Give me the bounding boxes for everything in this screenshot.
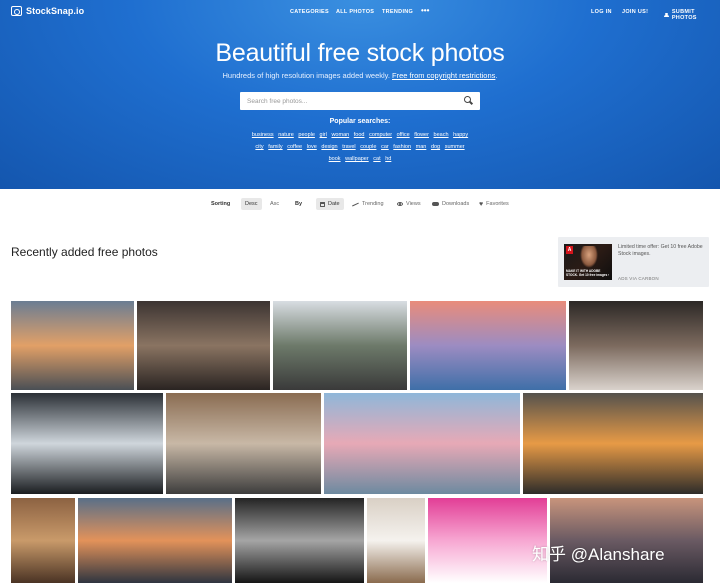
sort-views-label: Views (406, 201, 421, 207)
copyright-link[interactable]: Free from copyright restrictions (392, 71, 495, 80)
adobe-logo-icon: A (566, 246, 573, 254)
popular-tags-row-3: book wallpaper cat hd (0, 156, 720, 162)
sort-by-favorites-button[interactable]: ♥ Favorites (475, 198, 513, 210)
popular-tags-row-2: city family coffee love design travel couple ca… (0, 144, 720, 150)
search-icon[interactable] (464, 96, 473, 105)
tag-man[interactable]: man (416, 144, 427, 150)
nav-login[interactable]: LOG IN (591, 9, 612, 15)
eye-icon (397, 202, 403, 206)
tag-wallpaper[interactable]: wallpaper (345, 156, 369, 162)
tag-design[interactable]: design (321, 144, 337, 150)
nav-submit-photos[interactable]: SUBMIT PHOTOS (664, 9, 720, 21)
photo-records-man[interactable] (137, 301, 270, 390)
tag-dog[interactable]: dog (431, 144, 440, 150)
search-box (240, 92, 480, 110)
tag-cat[interactable]: cat (373, 156, 380, 162)
tag-travel[interactable]: travel (342, 144, 355, 150)
hero-subtitle-end: . (495, 71, 498, 80)
popular-tags-row-1: business nature people girl woman food compute… (0, 132, 720, 138)
nav-join[interactable]: JOIN US! (622, 9, 648, 15)
photo-staircase-interior[interactable] (166, 393, 321, 494)
tag-fashion[interactable]: fashion (393, 144, 411, 150)
sort-by-date-button[interactable]: Date (316, 198, 344, 210)
photo-pink-sea-sunset[interactable] (410, 301, 566, 390)
heart-icon: ♥ (479, 200, 484, 208)
nav-submit-label: SUBMIT PHOTOS (671, 9, 697, 21)
tag-people[interactable]: people (298, 132, 315, 138)
photo-pink-polygons[interactable] (428, 498, 547, 583)
photo-river-city-dusk[interactable] (78, 498, 232, 583)
nav-all-photos[interactable]: ALL PHOTOS (336, 9, 374, 15)
ad-portrait (580, 246, 598, 268)
user-icon (664, 12, 669, 18)
sort-by-views-button[interactable]: Views (393, 198, 425, 210)
logo[interactable]: StockSnap.io (11, 6, 84, 16)
tag-summer[interactable]: summer (445, 144, 465, 150)
tag-flower[interactable]: flower (414, 132, 429, 138)
hero-banner: StockSnap.io CATEGORIES ALL PHOTOS TREND… (0, 0, 720, 189)
ad-image[interactable]: A MAKE IT WITH ADOBE STOCK. Get 10 free … (564, 244, 612, 280)
photo-wine-glasses[interactable] (569, 301, 703, 390)
ad-via-link[interactable]: ADS VIA CARBON (618, 276, 659, 281)
tag-family[interactable]: family (268, 144, 282, 150)
ad-image-caption: MAKE IT WITH ADOBE STOCK. Get 10 free im… (566, 269, 610, 277)
tag-couple[interactable]: couple (360, 144, 376, 150)
photo-woman-hat-window[interactable] (235, 498, 364, 583)
tag-woman[interactable]: woman (331, 132, 349, 138)
search-input[interactable] (247, 92, 457, 110)
hero-subtitle: Hundreds of high resolution images added… (0, 71, 720, 80)
photo-orange-sky-clouds[interactable] (523, 393, 703, 494)
tag-beach[interactable]: beach (434, 132, 449, 138)
sort-asc-label: Asc (270, 201, 280, 207)
camera-logo-icon (11, 6, 22, 16)
tag-food[interactable]: food (354, 132, 365, 138)
sort-by-trending-button[interactable]: Trending (348, 198, 388, 210)
photo-bike-coffee[interactable] (367, 498, 425, 583)
trending-icon (352, 202, 359, 207)
tag-girl[interactable]: girl (320, 132, 327, 138)
ad-text[interactable]: Limited time offer: Get 10 free Adobe St… (618, 244, 704, 258)
more-menu-icon[interactable]: ••• (421, 7, 429, 15)
sort-by-downloads-button[interactable]: Downloads (428, 198, 473, 210)
photo-palm-photographer[interactable] (273, 301, 407, 390)
tag-book[interactable]: book (329, 156, 341, 162)
popular-searches-title: Popular searches: (329, 118, 391, 125)
sort-favorites-label: Favorites (486, 201, 509, 207)
sort-trending-label: Trending (362, 201, 384, 207)
top-navigation: StockSnap.io CATEGORIES ALL PHOTOS TREND… (0, 0, 720, 24)
section-title: Recently added free photos (11, 245, 158, 259)
watermark: 知乎 @Alanshare (532, 545, 665, 564)
carbon-ad[interactable]: A MAKE IT WITH ADOBE STOCK. Get 10 free … (558, 237, 709, 287)
by-label: By (295, 201, 303, 207)
tag-love[interactable]: love (307, 144, 317, 150)
sort-date-label: Date (328, 201, 340, 207)
sort-bar: Sorting Desc Asc By Date Trending Views … (0, 198, 720, 212)
calendar-icon (320, 201, 325, 207)
tag-business[interactable]: business (252, 132, 274, 138)
hero-subtitle-text: Hundreds of high resolution images added… (222, 71, 393, 80)
tag-happy[interactable]: happy (453, 132, 468, 138)
tag-city[interactable]: city (255, 144, 263, 150)
tag-coffee[interactable]: coffee (287, 144, 302, 150)
nav-trending[interactable]: TRENDING (382, 9, 413, 15)
photo-canyon-rocks[interactable] (11, 498, 75, 583)
tag-car[interactable]: car (381, 144, 389, 150)
tag-hd[interactable]: hd (385, 156, 391, 162)
photo-crashing-waves[interactable] (11, 393, 163, 494)
sort-downloads-label: Downloads (442, 201, 470, 207)
photo-sunset-city[interactable] (11, 301, 134, 390)
logo-text: StockSnap.io (26, 6, 85, 16)
nav-categories[interactable]: CATEGORIES (290, 9, 329, 15)
tag-office[interactable]: office (397, 132, 410, 138)
sort-asc-button[interactable]: Asc (266, 198, 283, 210)
photo-beach-pink-cloud[interactable] (324, 393, 520, 494)
sorting-label: Sorting (211, 201, 231, 207)
sort-desc-label: Desc (245, 201, 258, 207)
sort-desc-button[interactable]: Desc (241, 198, 262, 210)
page-title: Beautiful free stock photos (215, 39, 505, 67)
download-icon (432, 202, 439, 206)
tag-computer[interactable]: computer (369, 132, 392, 138)
tag-nature[interactable]: nature (278, 132, 294, 138)
